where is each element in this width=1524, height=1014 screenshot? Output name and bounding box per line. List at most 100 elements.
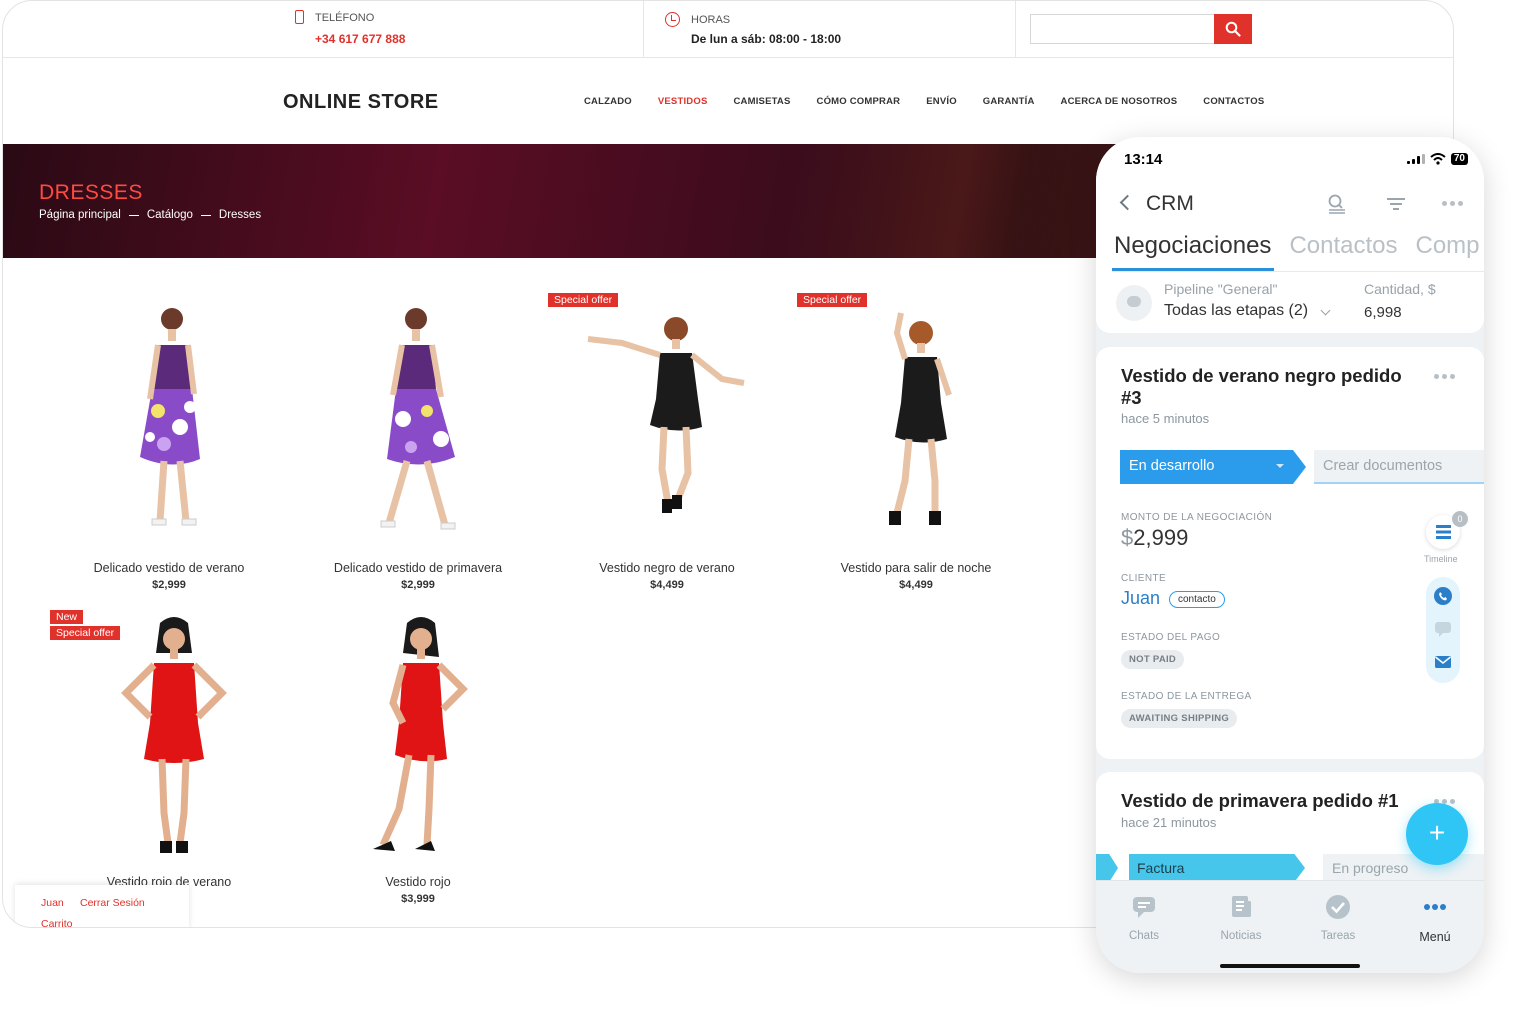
deal-title[interactable]: Vestido de primavera pedido #1: [1121, 790, 1441, 812]
logout-link[interactable]: Cerrar Sesión: [80, 897, 145, 909]
phone-label: TELÉFONO: [315, 12, 375, 24]
cart-link[interactable]: Carrito: [41, 918, 73, 927]
product-name[interactable]: Vestido para salir de noche: [801, 561, 1031, 575]
product-name[interactable]: Delicado vestido de verano: [54, 561, 284, 575]
breadcrumb-catalog[interactable]: Catálogo: [147, 209, 193, 221]
nav-item-contactos[interactable]: CONTACTOS: [1203, 96, 1264, 107]
store-logo[interactable]: ONLINE STORE: [283, 91, 439, 114]
deal-time: hace 5 minutos: [1121, 411, 1210, 426]
phone-number[interactable]: +34 617 677 888: [315, 32, 405, 46]
dress-model-illustration: [121, 617, 227, 853]
breadcrumb-separator: [200, 214, 211, 216]
tab-negociaciones[interactable]: Negociaciones: [1114, 232, 1271, 260]
search-icon: [1225, 21, 1241, 37]
tab-noticias[interactable]: Noticias: [1201, 893, 1281, 942]
product-image[interactable]: [801, 299, 1031, 549]
chevron-down-icon[interactable]: [1320, 305, 1331, 316]
breadcrumb-current: Dresses: [218, 209, 262, 221]
previous-stage-indicator: [1096, 854, 1118, 882]
divider: [1112, 271, 1484, 272]
product-card[interactable]: Delicado vestido de primavera $2,999: [303, 299, 533, 591]
crm-tabs: Negociaciones Contactos Comp: [1114, 232, 1480, 260]
home-indicator: [1220, 964, 1360, 968]
product-price: $2,999: [401, 579, 435, 591]
nav-item-como-comprar[interactable]: CÓMO COMPRAR: [817, 96, 901, 107]
signal-icon: [1406, 154, 1425, 164]
pipeline-label: Pipeline "General": [1164, 281, 1278, 297]
product-price: $2,999: [152, 579, 186, 591]
status-time: 13:14: [1124, 151, 1163, 168]
product-card[interactable]: New Special offer Vestido rojo de verano: [50, 610, 284, 889]
next-stage[interactable]: En progreso: [1323, 854, 1484, 882]
search-button[interactable]: [1214, 14, 1252, 44]
client-type-tag: contacto: [1169, 591, 1225, 608]
timeline-count-badge: 0: [1452, 511, 1468, 527]
client-name-link[interactable]: Juan: [1121, 588, 1160, 609]
chat-bubble-icon[interactable]: [1433, 619, 1453, 639]
search-input[interactable]: [1030, 14, 1214, 44]
product-card[interactable]: Special offer Vestido para salir de noch…: [797, 293, 1031, 591]
deal-amount-value: 2,999: [1133, 525, 1189, 550]
payment-status-label: ESTADO DEL PAGO: [1121, 632, 1221, 643]
tab-contactos[interactable]: Contactos: [1289, 232, 1397, 260]
tasks-icon: [1326, 895, 1350, 919]
battery-icon: 70: [1450, 153, 1468, 165]
hours-label: HORAS: [691, 14, 731, 26]
pipeline-stage-selector[interactable]: Todas las etapas (2): [1164, 302, 1308, 320]
deal-title[interactable]: Vestido de verano negro pedido #3: [1121, 365, 1421, 409]
app-title: CRM: [1146, 192, 1194, 215]
nav-item-calzado[interactable]: CALZADO: [584, 96, 632, 107]
divider: [1015, 1, 1016, 58]
product-price: $4,499: [650, 579, 684, 591]
tab-label: Tareas: [1320, 930, 1356, 942]
deal-stage-selector[interactable]: En desarrollo: [1120, 450, 1306, 484]
page-title: DRESSES: [39, 181, 143, 204]
create-documents-button[interactable]: Crear documentos: [1314, 450, 1484, 484]
nav-item-vestidos[interactable]: VESTIDOS: [658, 96, 708, 107]
product-image[interactable]: [552, 299, 782, 549]
tab-tareas[interactable]: Tareas: [1298, 893, 1378, 942]
tab-label: Noticias: [1220, 930, 1262, 942]
total-amount-value: 6,998: [1364, 304, 1402, 321]
nav-item-camisetas[interactable]: CAMISETAS: [733, 96, 790, 107]
product-card[interactable]: Special offer Vestido negro de verano $4…: [548, 293, 782, 591]
contact-actions: [1426, 577, 1460, 683]
more-options-icon[interactable]: [1442, 201, 1464, 207]
nav-item-acerca[interactable]: ACERCA DE NOSOTROS: [1061, 96, 1178, 107]
email-icon[interactable]: [1433, 652, 1453, 672]
user-session-panel: Juan Cerrar Sesión Carrito: [15, 885, 189, 927]
deal-stage-selector[interactable]: Factura: [1129, 854, 1305, 882]
product-card[interactable]: Delicado vestido de verano $2,999: [54, 299, 284, 591]
nav-item-garantia[interactable]: GARANTÍA: [983, 96, 1035, 107]
filter-icon[interactable]: [1385, 193, 1407, 215]
tab-compania[interactable]: Comp: [1416, 232, 1480, 260]
deal-amount: $2,999: [1121, 525, 1188, 551]
deal-card[interactable]: Vestido de verano negro pedido #3 hace 5…: [1096, 347, 1484, 759]
deal-more-icon[interactable]: [1434, 374, 1456, 380]
product-image[interactable]: [303, 299, 533, 549]
crm-header: 13:14 70 CRM Negociaciones Contactos Com…: [1096, 137, 1484, 333]
chat-icon: [1133, 897, 1155, 918]
product-name[interactable]: Vestido negro de verano: [552, 561, 782, 575]
breadcrumb-home[interactable]: Página principal: [39, 209, 121, 221]
search-filter-icon[interactable]: [1326, 193, 1348, 215]
product-image[interactable]: [54, 613, 284, 863]
phone-call-icon[interactable]: [1433, 586, 1453, 606]
tab-menu[interactable]: Menú: [1395, 893, 1475, 944]
bottom-tab-bar: Chats Noticias Tareas Menú: [1096, 880, 1484, 973]
product-image[interactable]: [303, 613, 533, 863]
status-indicators: 70: [1406, 153, 1468, 165]
product-name[interactable]: Vestido rojo: [303, 875, 533, 889]
payment-status-badge: NOT PAID: [1121, 650, 1185, 669]
user-name-link[interactable]: Juan: [41, 897, 64, 909]
delivery-status-label: ESTADO DE LA ENTREGA: [1121, 691, 1252, 702]
product-card[interactable]: Vestido rojo $3,999: [303, 613, 533, 905]
deal-time: hace 21 minutos: [1121, 815, 1217, 830]
nav-item-envio[interactable]: ENVÍO: [926, 96, 957, 107]
add-deal-button[interactable]: +: [1406, 803, 1468, 865]
product-name[interactable]: Delicado vestido de primavera: [303, 561, 533, 575]
product-image[interactable]: [54, 299, 284, 549]
tab-chats[interactable]: Chats: [1104, 893, 1184, 942]
back-icon[interactable]: [1119, 194, 1136, 211]
dress-model-illustration: [889, 312, 952, 525]
